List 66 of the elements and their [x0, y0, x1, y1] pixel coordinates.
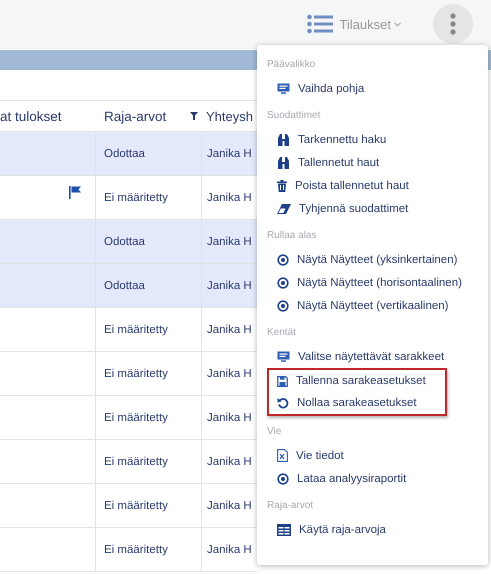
- table-cell: Janika H: [207, 368, 252, 380]
- menu-item[interactable]: Valitse näytettävät sarakkeet: [267, 345, 480, 368]
- menu-item[interactable]: Tallennetut haut: [267, 151, 480, 174]
- table-row[interactable]: Odottaa Janika H: [0, 220, 257, 264]
- more-menu-button[interactable]: [433, 4, 473, 44]
- table-cell: Janika H: [207, 500, 252, 512]
- vertical-dots-icon: [450, 13, 456, 35]
- menu-item[interactable]: Vaihda pohja: [267, 77, 480, 100]
- menu-item[interactable]: Tyhjennä suodattimet: [267, 197, 480, 220]
- trash-icon: [277, 180, 287, 192]
- table-cell: Ei määritetty: [104, 324, 168, 336]
- table-cell: Janika H: [207, 544, 252, 556]
- table-cell: Ei määritetty: [104, 368, 168, 380]
- menu-item[interactable]: Näytä Näytteet (horisontaalinen): [267, 271, 480, 294]
- target-icon: [277, 300, 289, 312]
- menu-section-title: Päävalikko: [267, 58, 316, 72]
- filter-icon[interactable]: [190, 112, 198, 120]
- menu-section-title: Rullaa alas: [267, 229, 318, 243]
- target-icon: [277, 472, 289, 484]
- table-cell: Ei määritetty: [104, 192, 168, 204]
- column-header[interactable]: Raja-arvot: [104, 108, 166, 124]
- table-row[interactable]: Odottaa Janika H: [0, 132, 257, 176]
- table-cell: Janika H: [207, 412, 252, 424]
- table-icon: [277, 524, 291, 536]
- table-cell: Odottaa: [104, 148, 145, 160]
- table-cell: Ei määritetty: [104, 412, 168, 424]
- menu-item[interactable]: Näytä Näytteet (yksinkertainen): [267, 248, 480, 271]
- table-cell: Odottaa: [104, 236, 145, 248]
- menu-item[interactable]: Näytä Näytteet (vertikaalinen): [267, 294, 480, 317]
- monitor-icon: [277, 83, 290, 94]
- menu-item[interactable]: Nollaa sarakeasetukset: [269, 392, 445, 414]
- table-row[interactable]: Ei määritetty Janika H: [0, 528, 257, 572]
- table-cell: Janika H: [207, 280, 252, 292]
- menu-section-title: Kentät: [267, 326, 297, 340]
- list-icon[interactable]: [307, 14, 334, 34]
- reset-icon: [277, 397, 289, 409]
- menu-item[interactable]: Käytä raja-arvoja: [267, 518, 480, 541]
- table-row[interactable]: Odottaa Janika H: [0, 264, 257, 308]
- menu-item[interactable]: Poista tallennetut haut: [267, 174, 480, 197]
- table-cell: Ei määritetty: [104, 456, 168, 468]
- table-cell: Janika H: [207, 236, 252, 248]
- menu-item[interactable]: Vie tiedot: [267, 444, 480, 467]
- table-cell: Janika H: [207, 148, 252, 160]
- menu-item[interactable]: Tallenna sarakeasetukset: [269, 370, 445, 392]
- menu-section-title: Vie: [267, 425, 282, 439]
- spreadsheet-file-icon: [277, 449, 288, 462]
- monitor-icon: [277, 351, 290, 362]
- column-header[interactable]: at tulokset: [0, 108, 62, 124]
- target-icon: [277, 276, 289, 288]
- binoculars-icon: [277, 156, 290, 168]
- table-cell: Janika H: [207, 324, 252, 336]
- table-cell: Ei määritetty: [104, 500, 168, 512]
- table-cell: Ei määritetty: [104, 544, 168, 556]
- table-cell: Janika H: [207, 456, 252, 468]
- menu-item[interactable]: Lataa analyysiraportit: [267, 467, 480, 490]
- menu-section-title: Raja-arvot: [267, 499, 314, 513]
- menu-section-title: Suodattimet: [267, 109, 322, 123]
- chevron-down-icon: [394, 22, 401, 26]
- table-cell: Janika H: [207, 192, 252, 204]
- eraser-icon: [277, 204, 291, 214]
- table-cell: Odottaa: [104, 280, 145, 292]
- menu-item[interactable]: Tarkennettu haku: [267, 128, 480, 151]
- save-icon: [277, 376, 288, 386]
- target-icon: [277, 254, 289, 266]
- binoculars-icon: [277, 134, 290, 146]
- column-header[interactable]: Yhteysh: [206, 108, 253, 124]
